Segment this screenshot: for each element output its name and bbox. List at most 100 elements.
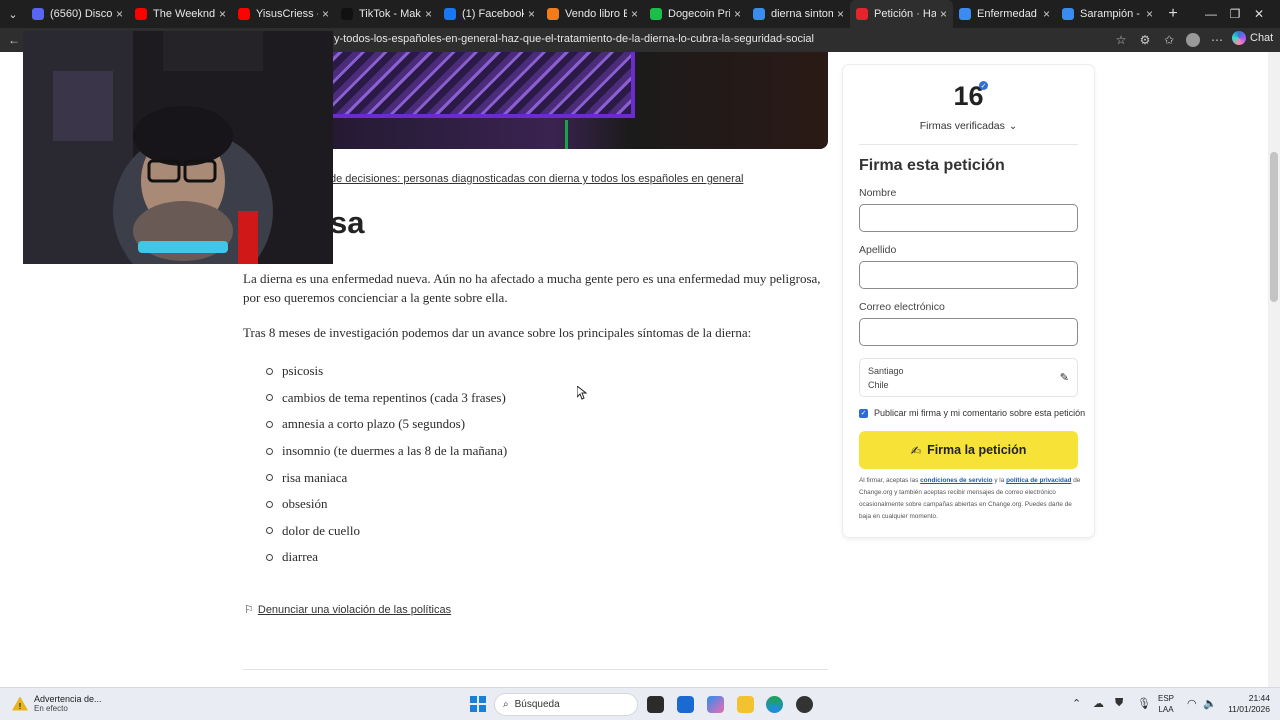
mouse-cursor-icon [577,386,587,400]
search-icon: ⌕ [503,699,509,710]
file-explorer-icon[interactable] [737,696,754,713]
browser-tab[interactable]: Enfermedad de B × [953,0,1056,28]
tray-chevron-icon[interactable]: ⌃ [1072,697,1081,710]
store-icon[interactable] [677,696,694,713]
symptom-item: risa maniaca [266,464,507,491]
close-tab-icon[interactable]: × [1043,7,1050,21]
card-title: Firma esta petición [859,157,1005,174]
legal-mid: y la [992,477,1007,484]
email-label: Correo electrónico [859,301,945,313]
close-tab-icon[interactable]: × [1146,7,1153,21]
signature-pen-icon: ✍ [910,443,922,458]
browser-tab[interactable]: (1) Facebook Mar × [438,0,541,28]
location-field[interactable]: Santiago Chile ✎ [859,358,1078,397]
browser-tab[interactable]: Sarampión - Sínto × [1056,0,1159,28]
lang-layout: LAA [1158,705,1174,714]
warning-widget[interactable]: ! Advertencia de... En efecto [12,694,102,713]
verified-signatures-toggle[interactable]: Firmas verificadas ⌄ [843,120,1094,132]
close-tab-icon[interactable]: × [322,7,329,21]
paragraph-intro: La dierna es una enfermedad nueva. Aún n… [243,271,821,305]
close-tab-icon[interactable]: × [837,7,844,21]
microphone-icon[interactable]: 🎙 [1137,697,1151,710]
browser-tab[interactable]: Vendo libro El co × [541,0,644,28]
tab-title: dierna sintomas [771,8,833,20]
taskbar-search[interactable]: ⌕ Búsqueda [494,693,638,716]
marketplace-icon [547,8,559,20]
close-tab-icon[interactable]: × [425,7,432,21]
decision-makers-link[interactable]: de decisiones: personas diagnosticadas c… [330,173,743,185]
tab-actions-chevron-icon[interactable]: ⌄ [0,0,26,28]
close-tab-icon[interactable]: × [528,7,535,21]
onedrive-icon[interactable]: ☁ [1093,697,1104,710]
browser-tab[interactable]: The Weeknd - Sa × [129,0,232,28]
globe-icon [1062,8,1074,20]
first-name-input[interactable] [859,204,1078,232]
card-divider [859,144,1078,145]
browser-tab[interactable]: Dogecoin Price: D × [644,0,747,28]
clock-date: 11/01/2026 [1228,704,1270,714]
hero-panel [330,52,635,118]
clock[interactable]: 21:44 11/01/2026 [1218,693,1270,715]
language-indicator[interactable]: ESP LAA [1158,693,1174,715]
warning-icon: ! [12,696,28,711]
profile-avatar[interactable] [1185,32,1201,48]
close-tab-icon[interactable]: × [734,7,741,21]
task-view-icon[interactable] [647,696,664,713]
browser-tab[interactable]: (6560) Discord | × [26,0,129,28]
edge-browser-icon[interactable] [766,696,783,713]
volume-icon[interactable]: 🔈 [1203,697,1217,710]
tab-title: Sarampión - Sínto [1080,8,1142,20]
more-menu-icon[interactable]: ⋯ [1209,32,1225,48]
lang-code: ESP [1158,694,1175,703]
youtube-icon [135,8,147,20]
windows-start-icon[interactable] [470,696,486,712]
page-scrollbar[interactable] [1268,52,1280,687]
extensions-icon[interactable]: ⚙ [1137,32,1153,48]
report-link[interactable]: ⚐ Denunciar una violación de las polític… [244,603,451,617]
game-app-icon[interactable] [796,696,813,713]
favorites-icon[interactable]: ✩ [1161,32,1177,48]
health-icon [959,8,971,20]
symptoms-list: psicosis cambios de tema repentinos (cada… [266,358,507,571]
signature-count: 16 [953,81,984,111]
hero-detail [565,120,568,149]
terms-link[interactable]: condiciones de servicio [920,477,992,484]
tab-title: Vendo libro El co [565,8,627,20]
close-window-icon[interactable]: ✕ [1236,0,1280,28]
scrollbar-thumb[interactable] [1270,152,1278,302]
chat-button[interactable]: Chat [1232,31,1273,45]
browser-tab[interactable]: dierna sintomas × [747,0,850,28]
symptom-item: insomnio (te duermes a las 8 de la mañan… [266,438,507,465]
vpn-icon[interactable]: ⛊ [1115,697,1123,710]
wifi-icon[interactable]: ◠ [1187,697,1197,710]
sign-petition-card: 16 ✓ Firmas verificadas ⌄ Firma esta peti… [843,65,1094,537]
publish-label: Publicar mi firma y mi comentario sobre … [874,408,1086,418]
publish-checkbox[interactable]: ✓ [859,408,868,418]
verified-signatures-label: Firmas verificadas [919,120,1005,132]
warning-subtitle: En efecto [34,704,68,713]
new-tab-button[interactable]: + [1159,5,1187,23]
publish-option[interactable]: ✓ Publicar mi firma y mi comentario sobr… [859,408,1085,418]
close-tab-icon[interactable]: × [631,7,638,21]
browser-tab[interactable]: Petición · Haz qu × [850,0,953,28]
tab-bar: ⌄ (6560) Discord | ×The Weeknd - Sa×Yisu… [0,0,1280,28]
url-field[interactable]: y-todos-los-españoles-en-general-haz-que… [334,33,814,45]
privacy-link[interactable]: política de privacidad [1006,477,1071,484]
report-link-label[interactable]: Denunciar una violación de las políticas [258,604,451,616]
verified-badge-icon: ✓ [979,81,988,90]
browser-tab[interactable]: YisusCriess - YouT × [232,0,335,28]
flag-icon: ⚐ [244,604,254,616]
discord-icon [32,8,44,20]
favorite-star-icon[interactable]: ☆ [1113,32,1129,48]
sign-petition-button[interactable]: ✍ Firma la petición [859,431,1078,469]
close-tab-icon[interactable]: × [116,7,123,21]
sign-button-label: Firma la petición [927,443,1027,457]
copilot-app-icon[interactable] [707,696,724,713]
close-tab-icon[interactable]: × [219,7,226,21]
browser-tab[interactable]: TikTok - Make Yo × [335,0,438,28]
last-name-input[interactable] [859,261,1078,289]
back-arrow-icon[interactable]: ← [6,32,22,48]
email-input[interactable] [859,318,1078,346]
edit-pencil-icon[interactable]: ✎ [1060,371,1069,384]
close-tab-icon[interactable]: × [940,7,947,21]
